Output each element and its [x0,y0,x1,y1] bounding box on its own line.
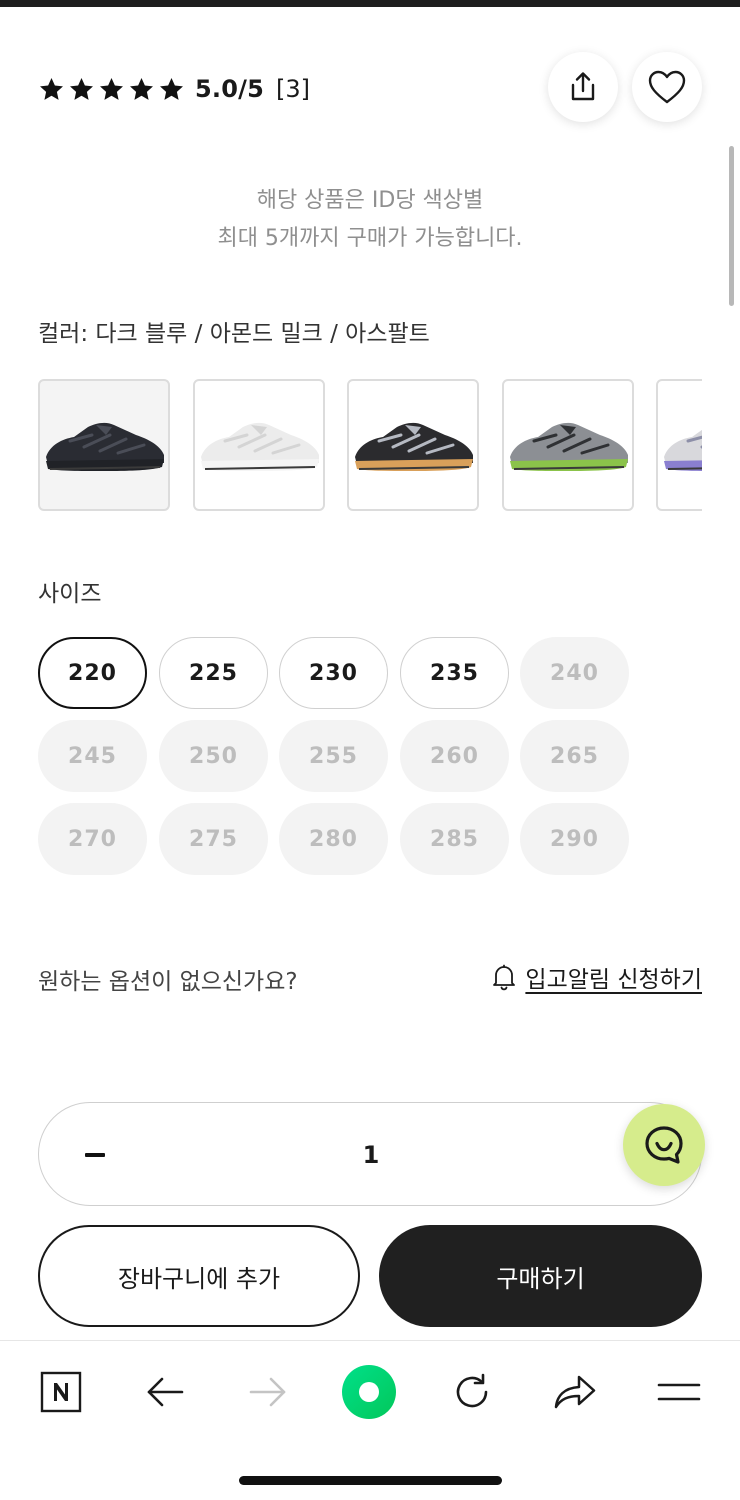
size-option-270: 270 [38,803,147,875]
star-icon [160,77,183,100]
naver-home-icon [40,1371,82,1413]
shoe-image [201,422,319,471]
green-dot-button[interactable] [338,1361,400,1423]
size-option-280: 280 [279,803,388,875]
notice-line-2: 최대 5개까지 구매가 가능합니다. [217,226,523,251]
buy-now-button[interactable]: 구매하기 [379,1225,702,1327]
star-icon [70,77,93,100]
star-icon [130,77,153,100]
share-arrow-icon [554,1375,596,1409]
rating-score: 5.0/5 [195,75,264,103]
color-swatch-white-lavender[interactable] [656,379,702,511]
size-option-265: 265 [520,720,629,792]
share-page-button[interactable] [550,1367,600,1417]
forward-button[interactable] [243,1367,293,1417]
browser-bottom-nav [0,1340,740,1500]
notice-line-1: 해당 상품은 ID당 색상별 [256,188,484,213]
restock-alert-link[interactable]: 입고알림 신청하기 [491,960,702,994]
size-grid: 220 225 230 235 240 245 250 255 260 265 270 275 280 2… [38,637,638,877]
size-option-225[interactable]: 225 [159,637,268,709]
color-swatch-black-gold[interactable] [347,379,479,511]
shoe-image [664,429,702,471]
restock-link-label[interactable]: 입고알림 신청하기 [525,960,702,994]
shoe-image [46,422,164,471]
chat-smile-icon [645,1126,683,1164]
color-swatch-list [38,379,702,511]
shoe-image [510,422,628,471]
size-option-285: 285 [400,803,509,875]
shoe-image [355,422,473,471]
no-option-question: 원하는 옵션이 없으신가요? [38,969,298,995]
rating-stars [38,76,185,103]
size-option-245: 245 [38,720,147,792]
color-swatch-grey-lime[interactable] [502,379,634,511]
size-option-255: 255 [279,720,388,792]
star-icon [100,77,123,100]
quantity-stepper: 1 [38,1102,702,1206]
back-button[interactable] [140,1367,190,1417]
wishlist-button[interactable] [632,52,702,122]
forward-arrow-icon [249,1377,286,1407]
color-swatch-white[interactable] [193,379,325,511]
quantity-value[interactable]: 1 [39,1141,703,1169]
refresh-button[interactable] [447,1367,497,1417]
size-option-230[interactable]: 230 [279,637,388,709]
purchase-limit-notice: 해당 상품은 ID당 색상별 최대 5개까지 구매가 가능합니다. [0,182,740,258]
refresh-icon [456,1373,488,1408]
review-count[interactable]: [3] [276,75,310,103]
size-option-275: 275 [159,803,268,875]
color-swatch-black[interactable] [38,379,170,511]
add-to-cart-button[interactable]: 장바구니에 추가 [38,1225,360,1327]
green-dot-icon [342,1365,396,1419]
star-icon [40,77,63,100]
product-rating: 5.0/5 [3] [38,72,310,106]
share-icon [571,72,595,101]
share-button[interactable] [548,52,618,122]
bell-icon [493,964,516,991]
size-option-250: 250 [159,720,268,792]
size-option-220[interactable]: 220 [38,637,147,709]
size-option-290: 290 [520,803,629,875]
naver-home-button[interactable] [36,1367,86,1417]
heart-icon [648,70,686,104]
menu-icon [657,1383,701,1401]
size-option-260: 260 [400,720,509,792]
home-indicator [239,1476,502,1485]
size-option-240: 240 [520,637,629,709]
back-arrow-icon [147,1377,184,1407]
color-label: 컬러: 다크 블루 / 아몬드 밀크 / 아스팔트 [38,321,430,347]
size-label: 사이즈 [38,581,102,607]
chat-button[interactable] [623,1104,705,1186]
menu-button[interactable] [654,1367,704,1417]
top-status-bar [0,0,740,7]
size-option-235[interactable]: 235 [400,637,509,709]
